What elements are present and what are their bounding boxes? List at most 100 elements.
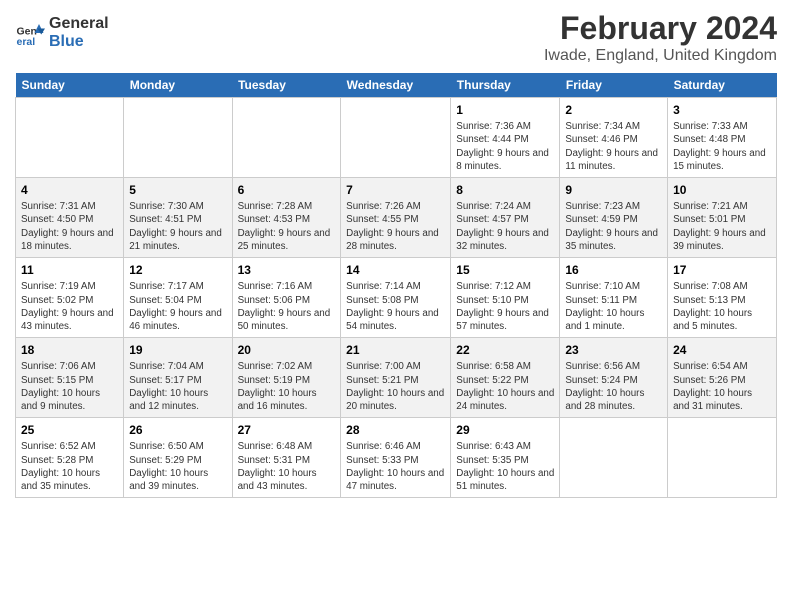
day-number: 5 [129,182,226,198]
calendar-table: Sunday Monday Tuesday Wednesday Thursday… [15,73,777,498]
calendar-cell: 1Sunrise: 7:36 AM Sunset: 4:44 PM Daylig… [451,98,560,178]
day-info: Sunrise: 6:43 AM Sunset: 5:35 PM Dayligh… [456,440,554,493]
day-number: 7 [346,182,445,198]
day-number: 20 [238,342,336,358]
day-info: Sunrise: 7:10 AM Sunset: 5:11 PM Dayligh… [565,280,662,333]
day-info: Sunrise: 7:33 AM Sunset: 4:48 PM Dayligh… [673,120,771,173]
calendar-cell: 14 Sunrise: 7:14 AM Sunset: 5:08 PM Dayli… [341,258,451,338]
calendar-week-5: 25 Sunrise: 6:52 AM Sunset: 5:28 PM Dayli… [16,418,777,498]
header: Gen eral General Blue February 2024 Iwad… [15,10,777,65]
day-info: Sunrise: 6:50 AM Sunset: 5:29 PM Dayligh… [129,440,226,493]
day-info: Sunrise: 7:00 AM Sunset: 5:21 PM Dayligh… [346,360,445,413]
day-number: 16 [565,262,662,278]
day-number: 4 [21,182,118,198]
calendar-cell: 18 Sunrise: 7:06 AM Sunset: 5:15 PM Dayli… [16,338,124,418]
day-number: 12 [129,262,226,278]
calendar-cell: 29 Sunrise: 6:43 AM Sunset: 5:35 PM Dayli… [451,418,560,498]
calendar-cell: 9 Sunrise: 7:23 AM Sunset: 4:59 PM Daylig… [560,178,668,258]
calendar-cell: 10Sunrise: 7:21 AM Sunset: 5:01 PM Dayli… [668,178,777,258]
day-info: Sunrise: 7:04 AM Sunset: 5:17 PM Dayligh… [129,360,226,413]
day-number: 28 [346,422,445,438]
day-number: 10 [673,182,771,198]
day-number: 23 [565,342,662,358]
calendar-cell [668,418,777,498]
day-info: Sunrise: 7:06 AM Sunset: 5:15 PM Dayligh… [21,360,118,413]
day-number: 29 [456,422,554,438]
calendar-cell: 11 Sunrise: 7:19 AM Sunset: 5:02 PM Dayli… [16,258,124,338]
day-info: Sunrise: 7:02 AM Sunset: 5:19 PM Dayligh… [238,360,336,413]
logo-icon: Gen eral [15,18,45,48]
day-number: 2 [565,102,662,118]
day-number: 13 [238,262,336,278]
day-number: 3 [673,102,771,118]
calendar-header-row: Sunday Monday Tuesday Wednesday Thursday… [16,73,777,98]
day-number: 1 [456,102,554,118]
calendar-cell: 12 Sunrise: 7:17 AM Sunset: 5:04 PM Dayli… [124,258,232,338]
day-info: Sunrise: 7:30 AM Sunset: 4:51 PM Dayligh… [129,200,226,253]
calendar-cell: 7 Sunrise: 7:26 AM Sunset: 4:55 PM Daylig… [341,178,451,258]
day-number: 25 [21,422,118,438]
calendar-cell [16,98,124,178]
calendar-cell: 23Sunrise: 6:56 AM Sunset: 5:24 PM Dayli… [560,338,668,418]
calendar-cell: 28 Sunrise: 6:46 AM Sunset: 5:33 PM Dayli… [341,418,451,498]
logo: Gen eral General Blue [15,15,109,50]
calendar-cell: 8 Sunrise: 7:24 AM Sunset: 4:57 PM Daylig… [451,178,560,258]
calendar-cell: 21 Sunrise: 7:00 AM Sunset: 5:21 PM Dayli… [341,338,451,418]
day-number: 27 [238,422,336,438]
day-info: Sunrise: 7:14 AM Sunset: 5:08 PM Dayligh… [346,280,445,333]
day-number: 22 [456,342,554,358]
day-number: 24 [673,342,771,358]
calendar-cell [124,98,232,178]
day-number: 19 [129,342,226,358]
calendar-week-1: 1Sunrise: 7:36 AM Sunset: 4:44 PM Daylig… [16,98,777,178]
calendar-cell [232,98,341,178]
logo-text: General Blue [49,15,109,50]
calendar-cell: 17Sunrise: 7:08 AM Sunset: 5:13 PM Dayli… [668,258,777,338]
calendar-cell: 26 Sunrise: 6:50 AM Sunset: 5:29 PM Dayli… [124,418,232,498]
header-saturday: Saturday [668,73,777,98]
calendar-cell: 5 Sunrise: 7:30 AM Sunset: 4:51 PM Daylig… [124,178,232,258]
day-info: Sunrise: 7:24 AM Sunset: 4:57 PM Dayligh… [456,200,554,253]
day-number: 6 [238,182,336,198]
day-number: 18 [21,342,118,358]
day-number: 15 [456,262,554,278]
day-info: Sunrise: 6:52 AM Sunset: 5:28 PM Dayligh… [21,440,118,493]
day-number: 11 [21,262,118,278]
calendar-cell: 22Sunrise: 6:58 AM Sunset: 5:22 PM Dayli… [451,338,560,418]
title-area: February 2024 Iwade, England, United Kin… [544,10,777,65]
calendar-cell: 19 Sunrise: 7:04 AM Sunset: 5:17 PM Dayli… [124,338,232,418]
day-info: Sunrise: 7:23 AM Sunset: 4:59 PM Dayligh… [565,200,662,253]
day-info: Sunrise: 7:31 AM Sunset: 4:50 PM Dayligh… [21,200,118,253]
day-info: Sunrise: 7:28 AM Sunset: 4:53 PM Dayligh… [238,200,336,253]
calendar-cell: 15 Sunrise: 7:12 AM Sunset: 5:10 PM Dayli… [451,258,560,338]
day-info: Sunrise: 7:16 AM Sunset: 5:06 PM Dayligh… [238,280,336,333]
calendar-cell: 4 Sunrise: 7:31 AM Sunset: 4:50 PM Daylig… [16,178,124,258]
day-info: Sunrise: 6:54 AM Sunset: 5:26 PM Dayligh… [673,360,771,413]
header-wednesday: Wednesday [341,73,451,98]
calendar-week-2: 4 Sunrise: 7:31 AM Sunset: 4:50 PM Daylig… [16,178,777,258]
page: Gen eral General Blue February 2024 Iwad… [0,0,792,503]
calendar-cell: 3 Sunrise: 7:33 AM Sunset: 4:48 PM Daylig… [668,98,777,178]
calendar-cell: 16 Sunrise: 7:10 AM Sunset: 5:11 PM Dayli… [560,258,668,338]
calendar-cell [341,98,451,178]
day-info: Sunrise: 7:19 AM Sunset: 5:02 PM Dayligh… [21,280,118,333]
calendar-cell [560,418,668,498]
day-number: 8 [456,182,554,198]
header-monday: Monday [124,73,232,98]
day-info: Sunrise: 7:12 AM Sunset: 5:10 PM Dayligh… [456,280,554,333]
day-info: Sunrise: 7:17 AM Sunset: 5:04 PM Dayligh… [129,280,226,333]
calendar-cell: 20 Sunrise: 7:02 AM Sunset: 5:19 PM Dayli… [232,338,341,418]
calendar-cell: 13 Sunrise: 7:16 AM Sunset: 5:06 PM Dayli… [232,258,341,338]
subtitle: Iwade, England, United Kingdom [544,47,777,65]
day-number: 9 [565,182,662,198]
header-tuesday: Tuesday [232,73,341,98]
calendar-week-4: 18 Sunrise: 7:06 AM Sunset: 5:15 PM Dayli… [16,338,777,418]
svg-text:eral: eral [17,36,36,48]
day-info: Sunrise: 6:48 AM Sunset: 5:31 PM Dayligh… [238,440,336,493]
day-info: Sunrise: 7:26 AM Sunset: 4:55 PM Dayligh… [346,200,445,253]
day-number: 14 [346,262,445,278]
day-info: Sunrise: 6:46 AM Sunset: 5:33 PM Dayligh… [346,440,445,493]
day-number: 21 [346,342,445,358]
day-number: 26 [129,422,226,438]
calendar-week-3: 11 Sunrise: 7:19 AM Sunset: 5:02 PM Dayli… [16,258,777,338]
